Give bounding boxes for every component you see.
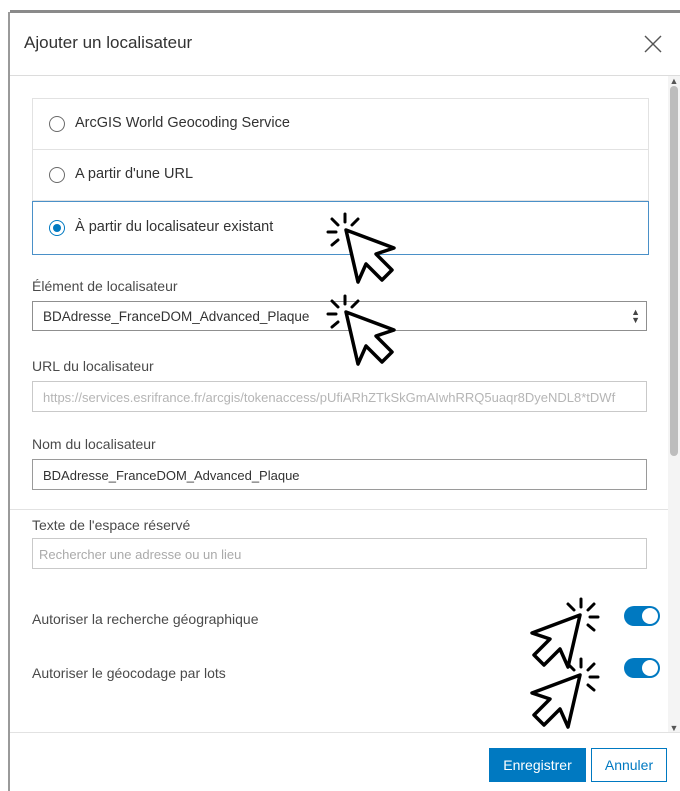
dialog-footer: Enregistrer Annuler bbox=[10, 732, 680, 791]
radio-button-selected[interactable] bbox=[49, 220, 65, 236]
radio-label: A partir d'une URL bbox=[75, 166, 194, 182]
geosearch-toggle-label: Autoriser la recherche géographique bbox=[32, 611, 259, 627]
locator-name-field[interactable]: BDAdresse_FranceDOM_Advanced_Plaque bbox=[32, 459, 647, 490]
locator-name-label: Nom du localisateur bbox=[32, 436, 156, 452]
dialog-body: ArcGIS World Geocoding Service A partir … bbox=[10, 76, 668, 733]
batch-geocode-toggle[interactable] bbox=[624, 658, 660, 678]
add-locator-dialog: Ajouter un localisateur ArcGIS World Geo… bbox=[0, 0, 680, 791]
placeholder-text-label: Texte de l'espace réservé bbox=[32, 517, 191, 533]
close-button[interactable] bbox=[642, 33, 664, 55]
locator-name-value: BDAdresse_FranceDOM_Advanced_Plaque bbox=[43, 468, 300, 483]
geosearch-toggle[interactable] bbox=[624, 606, 660, 626]
placeholder-text-field[interactable]: Rechercher une adresse ou un lieu bbox=[32, 538, 647, 569]
cancel-button[interactable]: Annuler bbox=[591, 748, 667, 782]
save-button[interactable]: Enregistrer bbox=[489, 748, 586, 782]
scrollbar[interactable]: ▲ ▼ bbox=[668, 76, 680, 733]
radio-button[interactable] bbox=[49, 116, 65, 132]
locator-url-value: https://services.esrifrance.fr/arcgis/to… bbox=[43, 390, 616, 405]
radio-label: ArcGIS World Geocoding Service bbox=[75, 115, 290, 131]
radio-label: À partir du localisateur existant bbox=[75, 219, 274, 235]
locator-url-label: URL du localisateur bbox=[32, 358, 154, 374]
dialog-header: Ajouter un localisateur bbox=[10, 13, 680, 76]
radio-button[interactable] bbox=[49, 167, 65, 183]
radio-option-world-geocoding[interactable]: ArcGIS World Geocoding Service bbox=[33, 99, 648, 150]
locator-url-field[interactable]: https://services.esrifrance.fr/arcgis/to… bbox=[32, 381, 647, 412]
locator-element-select[interactable]: BDAdresse_FranceDOM_Advanced_Plaque ▲ ▼ bbox=[32, 301, 647, 331]
batch-geocode-toggle-label: Autoriser le géocodage par lots bbox=[32, 665, 226, 681]
dialog-title: Ajouter un localisateur bbox=[24, 33, 193, 52]
close-icon bbox=[644, 35, 662, 53]
scroll-up-icon[interactable]: ▲ bbox=[669, 76, 679, 86]
chevron-updown-icon: ▲ ▼ bbox=[631, 307, 640, 325]
placeholder-text-input: Rechercher une adresse ou un lieu bbox=[39, 547, 242, 562]
radio-option-from-url[interactable]: A partir d'une URL bbox=[33, 150, 648, 201]
section-divider bbox=[10, 509, 668, 510]
scrollbar-thumb[interactable] bbox=[670, 86, 678, 456]
locator-source-radio-group: ArcGIS World Geocoding Service A partir … bbox=[32, 98, 649, 255]
radio-option-existing-locator[interactable]: À partir du localisateur existant bbox=[32, 201, 649, 255]
locator-element-label: Élément de localisateur bbox=[32, 278, 178, 294]
locator-element-value: BDAdresse_FranceDOM_Advanced_Plaque bbox=[43, 309, 310, 324]
